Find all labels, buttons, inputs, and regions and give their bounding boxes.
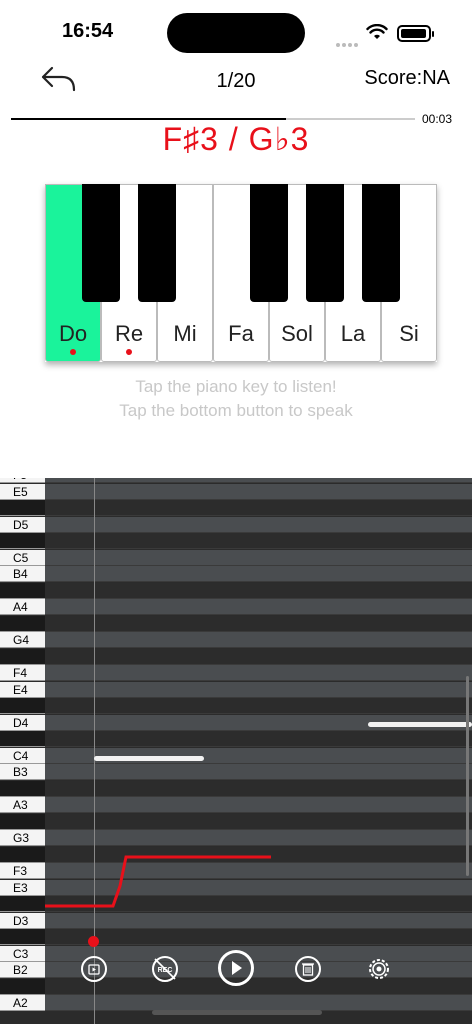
pitch-curve	[45, 855, 271, 908]
pitch-roll[interactable]: A2B2C3D3E3F3G3A3B3C4D4E4F4G4A4B4C5D5E5F5	[0, 478, 472, 1024]
piano-key-label: La	[340, 321, 366, 346]
battery-icon	[397, 25, 434, 42]
record-disabled-icon: REC	[154, 958, 176, 980]
play-icon	[232, 961, 242, 975]
status-time: 16:54	[62, 20, 114, 42]
piano-black-key[interactable]	[250, 184, 288, 302]
target-note-title: F♯3 / G♭3	[162, 121, 310, 157]
piano-key-label: Sol	[281, 321, 313, 346]
hint-speak: Tap the bottom button to speak	[119, 401, 353, 420]
piano-key-label: Re	[114, 321, 144, 346]
piano-key-label: Fa	[228, 321, 254, 346]
score-label: Score:NA	[364, 67, 450, 89]
home-indicator	[152, 1010, 322, 1015]
dynamic-island	[167, 13, 305, 53]
piano-keyboard: Do Re Mi Fa Sol La Si	[45, 184, 437, 362]
piano-black-key[interactable]	[306, 184, 344, 302]
record-button[interactable]: REC	[152, 956, 178, 982]
piano-key-label: Si	[399, 321, 419, 346]
piano-black-key[interactable]	[82, 184, 120, 302]
screen: 16:54 1/20 Score:NA 00:03 F♯3 / G♭3 Do Re…	[0, 0, 472, 1024]
wifi-icon	[366, 24, 388, 39]
settings-icon	[369, 959, 389, 979]
piano-key-label: Do	[58, 321, 88, 346]
piano-black-key[interactable]	[138, 184, 176, 302]
hint-listen: Tap the piano key to listen!	[135, 377, 337, 396]
piano-black-key[interactable]	[362, 184, 400, 302]
key-marker-dot	[126, 349, 132, 355]
play-button[interactable]	[218, 950, 254, 986]
cellular-signal-icon	[336, 34, 360, 52]
piano-key-label: Mi	[173, 321, 197, 346]
playhead-marker[interactable]	[88, 936, 99, 947]
key-marker-dot	[70, 349, 76, 355]
roll-scrollbar[interactable]	[466, 676, 469, 876]
delete-icon	[302, 963, 314, 976]
delete-button[interactable]	[295, 956, 321, 982]
play-recording-icon	[88, 964, 100, 975]
settings-button[interactable]	[366, 956, 392, 982]
play-recording-button[interactable]	[81, 956, 107, 982]
status-bar: 16:54	[0, 0, 472, 60]
